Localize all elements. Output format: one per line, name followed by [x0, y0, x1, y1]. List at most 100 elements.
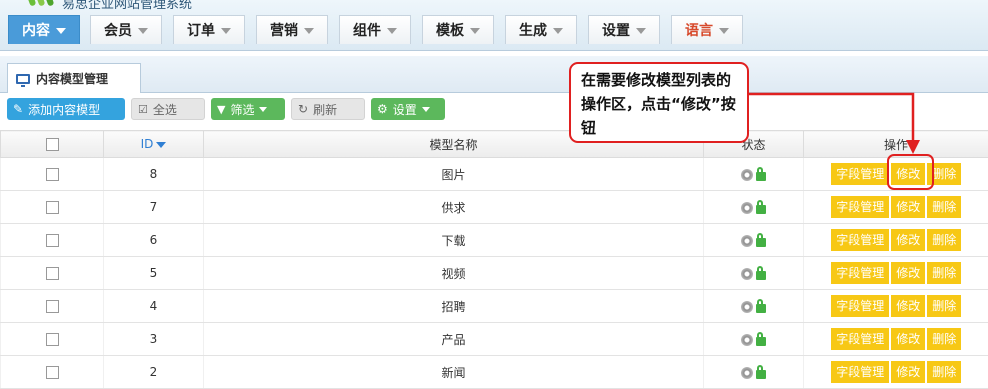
row-checkbox[interactable]: [46, 267, 59, 280]
chevron-down-icon: [221, 28, 231, 34]
field-management-button[interactable]: 字段管理: [831, 328, 889, 350]
actions-cell: 字段管理修改删除: [804, 290, 988, 323]
page-tab-content-model[interactable]: 内容模型管理: [7, 63, 141, 93]
add-content-model-button[interactable]: ✎ 添加内容模型: [7, 98, 125, 120]
gear-icon[interactable]: [741, 334, 753, 346]
gear-icon[interactable]: [741, 202, 753, 214]
table-row: 3 产品 字段管理修改删除: [1, 323, 988, 356]
logo: [28, 0, 58, 7]
refresh-icon: ↻: [298, 102, 308, 116]
refresh-label: 刷新: [313, 101, 337, 118]
nav-tab-templates[interactable]: 模板: [422, 15, 494, 44]
refresh-button[interactable]: ↻ 刷新: [291, 98, 365, 120]
unlock-icon[interactable]: [756, 172, 766, 181]
row-checkbox[interactable]: [46, 333, 59, 346]
gear-icon[interactable]: [741, 268, 753, 280]
row-checkbox[interactable]: [46, 366, 59, 379]
actions-cell: 字段管理修改删除: [804, 323, 988, 356]
nav-tab-orders[interactable]: 订单: [173, 15, 245, 44]
page-tab-strip: 内容模型管理: [0, 56, 988, 93]
status-cell: [704, 158, 804, 191]
nav-tab-language[interactable]: 语言: [671, 15, 743, 44]
unlock-icon[interactable]: [756, 370, 766, 379]
page-tab-label: 内容模型管理: [36, 70, 108, 87]
edit-button-highlight: [887, 154, 934, 190]
edit-button[interactable]: 修改: [891, 229, 925, 251]
gear-icon[interactable]: [741, 301, 753, 313]
chevron-down-icon: [387, 28, 397, 34]
actions-cell: 字段管理修改删除: [804, 257, 988, 290]
field-management-button[interactable]: 字段管理: [831, 196, 889, 218]
chevron-down-icon: [422, 107, 430, 112]
unlock-icon[interactable]: [756, 304, 766, 313]
delete-button[interactable]: 删除: [927, 328, 961, 350]
checkbox-cell: [1, 158, 104, 191]
chevron-down-icon: [553, 28, 563, 34]
table-row: 2 新闻 字段管理修改删除: [1, 356, 988, 389]
checkbox-cell: [1, 224, 104, 257]
delete-button[interactable]: 删除: [927, 229, 961, 251]
gear-icon[interactable]: [741, 367, 753, 379]
nav-tab-generate[interactable]: 生成: [505, 15, 577, 44]
select-all-button[interactable]: ☑ 全选: [131, 98, 205, 120]
nav-tab-members[interactable]: 会员: [90, 15, 162, 44]
actions-cell: 字段管理修改删除: [804, 224, 988, 257]
row-checkbox[interactable]: [46, 234, 59, 247]
row-checkbox[interactable]: [46, 168, 59, 181]
filter-icon: ▼: [217, 103, 225, 116]
nav-tab-content[interactable]: 内容: [8, 15, 80, 44]
nav-tab-label: 内容: [22, 20, 50, 40]
monitor-icon: [16, 74, 30, 84]
field-management-button[interactable]: 字段管理: [831, 361, 889, 383]
unlock-icon[interactable]: [756, 238, 766, 247]
filter-button[interactable]: ▼ 筛选: [211, 98, 285, 120]
id-cell: 8: [104, 158, 204, 191]
nav-tab-label: 设置: [602, 20, 630, 40]
row-checkbox[interactable]: [46, 300, 59, 313]
edit-button[interactable]: 修改: [891, 196, 925, 218]
delete-button[interactable]: 删除: [927, 295, 961, 317]
actions-cell: 字段管理修改删除: [804, 356, 988, 389]
gear-icon: ⚙: [377, 102, 388, 116]
edit-button[interactable]: 修改: [891, 328, 925, 350]
settings-button[interactable]: ⚙ 设置: [371, 98, 445, 120]
delete-button[interactable]: 删除: [927, 262, 961, 284]
name-cell: 供求: [204, 191, 704, 224]
unlock-icon[interactable]: [756, 271, 766, 280]
edit-button[interactable]: 修改: [891, 361, 925, 383]
id-cell: 5: [104, 257, 204, 290]
nav-tab-marketing[interactable]: 营销: [256, 15, 328, 44]
field-management-button[interactable]: 字段管理: [831, 229, 889, 251]
edit-button[interactable]: 修改: [891, 262, 925, 284]
field-management-button[interactable]: 字段管理: [831, 295, 889, 317]
header-id[interactable]: ID: [104, 131, 204, 158]
checkbox-cell: [1, 356, 104, 389]
actions-cell: 字段管理修改删除: [804, 191, 988, 224]
edit-button[interactable]: 修改: [891, 295, 925, 317]
chevron-down-icon: [719, 28, 729, 34]
row-checkbox[interactable]: [46, 201, 59, 214]
unlock-icon[interactable]: [756, 205, 766, 214]
delete-button[interactable]: 删除: [927, 361, 961, 383]
table-header-row: ID 模型名称 状态 操作: [1, 131, 988, 158]
unlock-icon[interactable]: [756, 337, 766, 346]
id-cell: 2: [104, 356, 204, 389]
name-cell: 下载: [204, 224, 704, 257]
chevron-down-icon: [470, 28, 480, 34]
status-cell: [704, 356, 804, 389]
nav-tab-components[interactable]: 组件: [339, 15, 411, 44]
select-all-checkbox[interactable]: [46, 138, 59, 151]
status-cell: [704, 257, 804, 290]
nav-tab-label: 组件: [353, 20, 381, 40]
nav-tab-settings[interactable]: 设置: [588, 15, 660, 44]
nav-tab-label: 模板: [436, 20, 464, 40]
delete-button[interactable]: 删除: [927, 196, 961, 218]
gear-icon[interactable]: [741, 235, 753, 247]
field-management-button[interactable]: 字段管理: [831, 163, 889, 185]
gear-icon[interactable]: [741, 169, 753, 181]
field-management-button[interactable]: 字段管理: [831, 262, 889, 284]
sort-down-icon: [156, 142, 166, 148]
id-cell: 3: [104, 323, 204, 356]
nav-tab-label: 营销: [270, 20, 298, 40]
nav-tab-label: 语言: [685, 20, 713, 40]
